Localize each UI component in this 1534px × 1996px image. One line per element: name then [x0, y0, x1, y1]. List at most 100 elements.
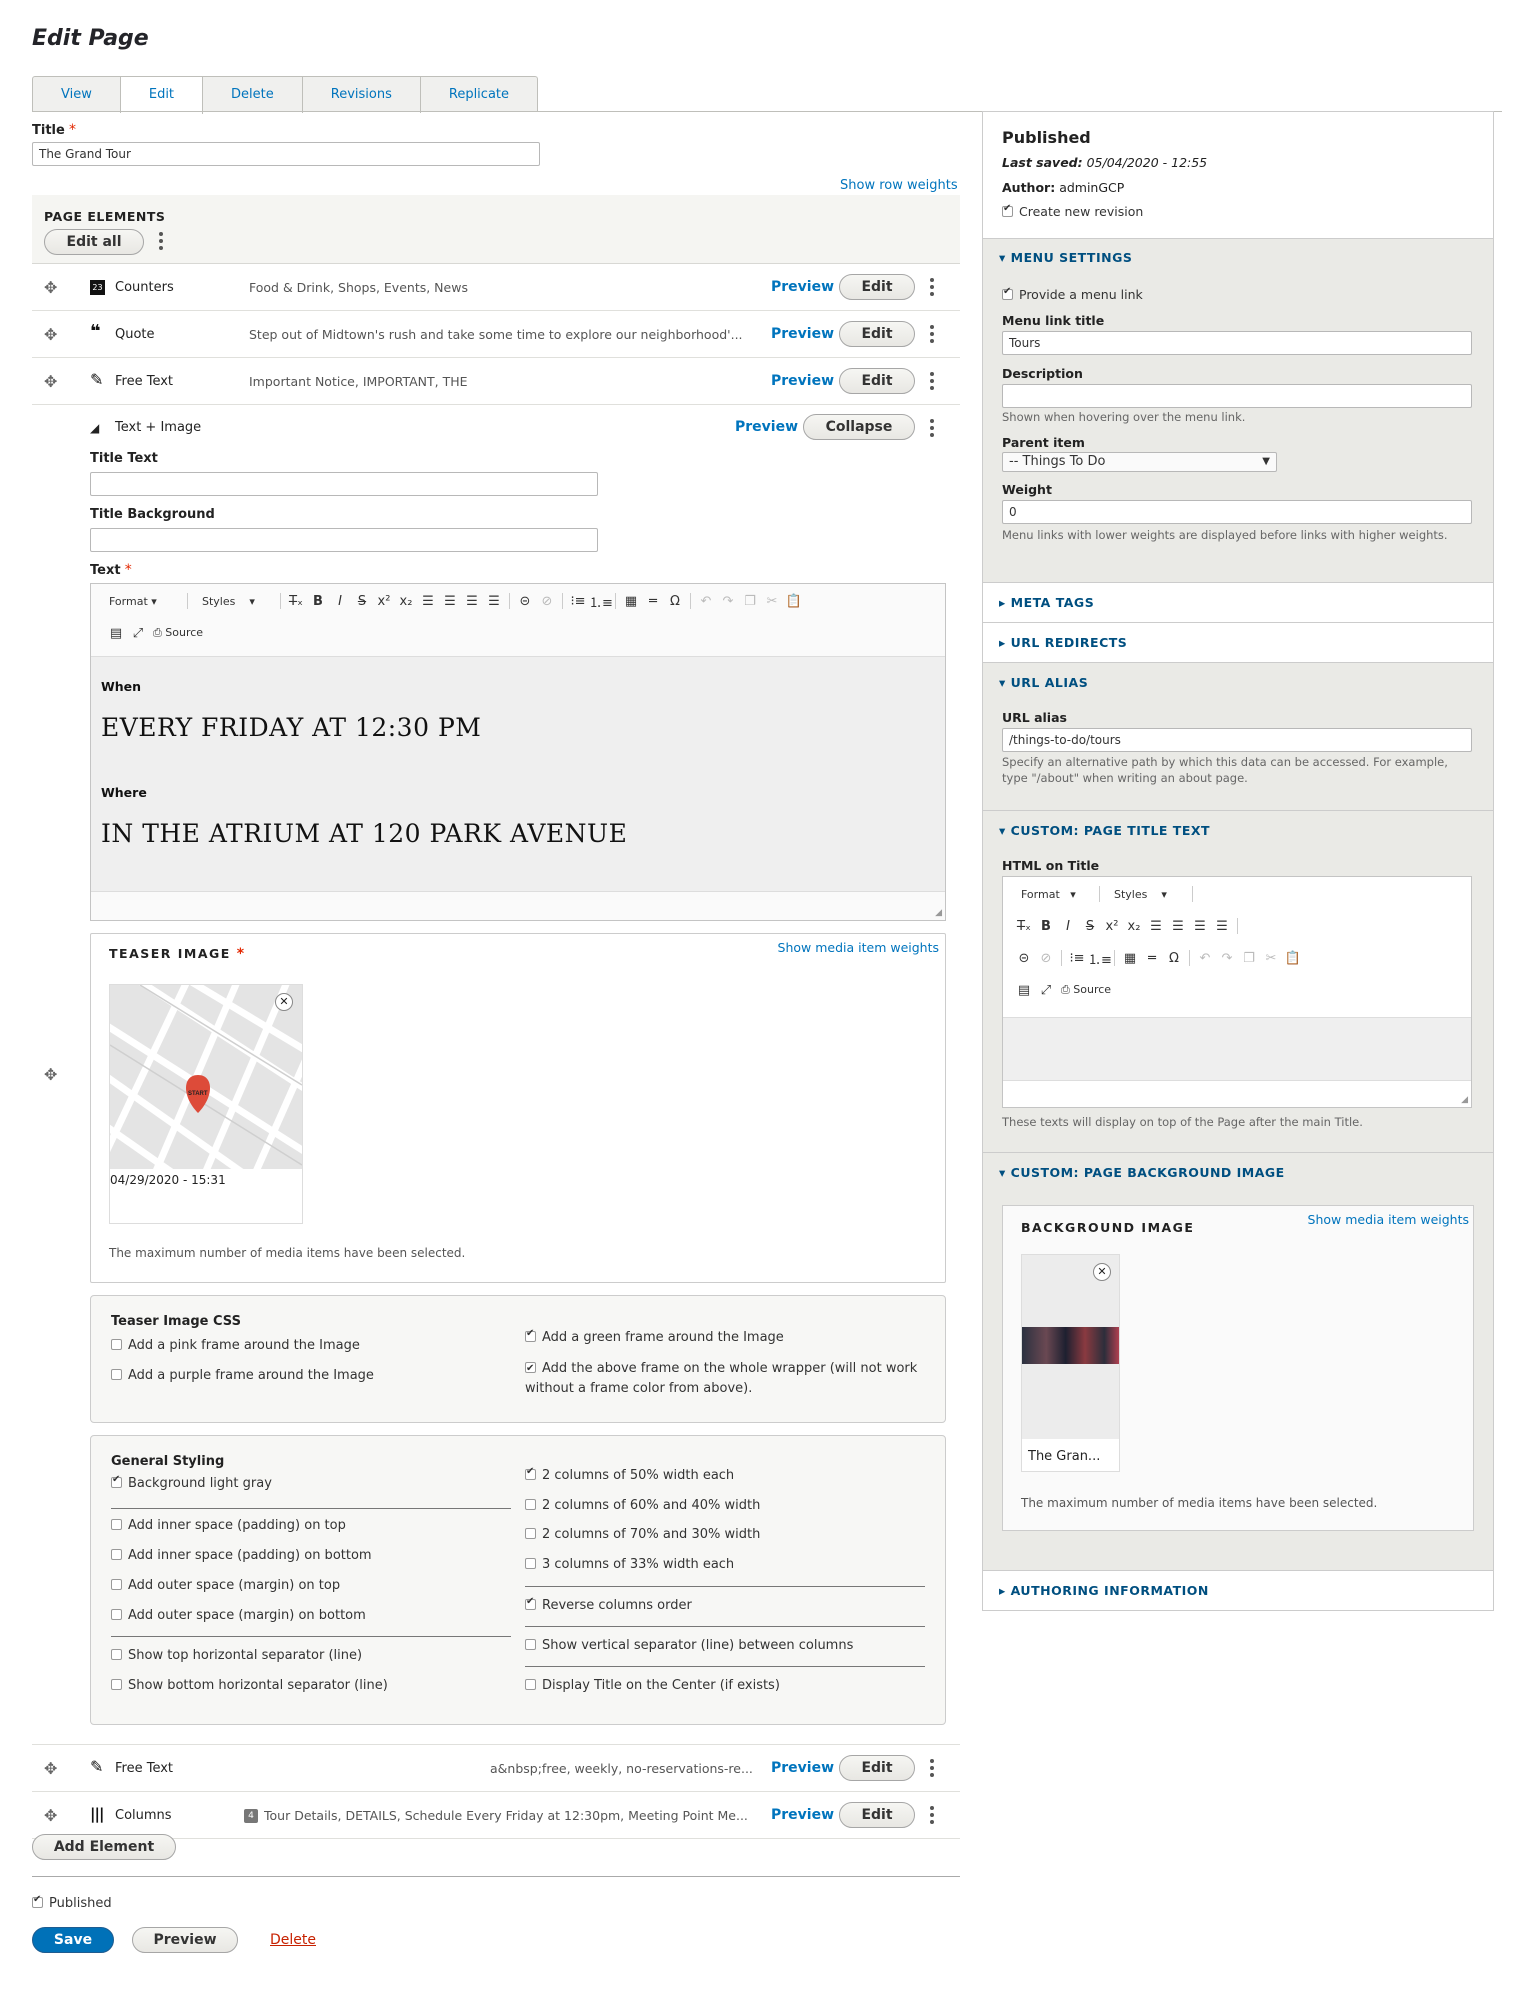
checkbox[interactable]	[32, 1894, 43, 1908]
checkbox-green-frame[interactable]: Add a green frame around the Image	[525, 1328, 784, 1345]
remove-format-icon[interactable]: T̶ₓ	[1013, 919, 1035, 934]
checkbox[interactable]	[111, 1609, 122, 1620]
page-title-text-toggle[interactable]: ▾ CUSTOM: PAGE TITLE TEXT	[999, 823, 1210, 838]
edit-button[interactable]: Edit	[839, 1802, 915, 1828]
checkbox[interactable]	[111, 1339, 122, 1350]
edit-all-button[interactable]: Edit all	[44, 229, 144, 255]
edit-button[interactable]: Edit	[839, 1755, 915, 1781]
editor-content[interactable]	[1003, 1017, 1471, 1081]
bullet-list-icon[interactable]: ⁝≡	[1066, 951, 1088, 966]
checkbox-padding-bottom[interactable]: Add inner space (padding) on bottom	[111, 1548, 372, 1563]
checkbox-2col-60-40[interactable]: 2 columns of 60% and 40% width	[525, 1498, 760, 1513]
checkbox-purple-frame[interactable]: Add a purple frame around the Image	[111, 1368, 374, 1383]
new-revision-checkbox[interactable]: Create new revision	[1002, 203, 1143, 219]
menu-settings-toggle[interactable]: ▾ MENU SETTINGS	[999, 250, 1132, 265]
preview-link[interactable]: Preview	[771, 1807, 834, 1823]
align-left-icon[interactable]: ☰	[417, 594, 439, 609]
checkbox[interactable]	[1002, 286, 1013, 300]
checkbox[interactable]	[111, 1649, 122, 1660]
show-media-weights-link[interactable]: Show media item weights	[778, 940, 939, 955]
preview-link[interactable]: Preview	[771, 1760, 834, 1776]
redo-icon[interactable]: ↷	[1216, 951, 1238, 966]
delete-link[interactable]: Delete	[270, 1932, 316, 1948]
drag-handle-icon[interactable]: ✥	[44, 325, 57, 344]
horizontal-rule-icon[interactable]: ═	[1141, 951, 1163, 966]
tab-replicate[interactable]: Replicate	[421, 77, 537, 113]
checkbox[interactable]	[111, 1369, 122, 1380]
align-left-icon[interactable]: ☰	[1145, 919, 1167, 934]
styles-dropdown[interactable]: Styles ▾	[1104, 888, 1188, 901]
strike-icon[interactable]: S	[1079, 919, 1101, 934]
tab-view[interactable]: View	[33, 77, 121, 113]
source-button[interactable]: ⎙ Source	[1061, 983, 1111, 997]
preview-link[interactable]: Preview	[771, 279, 834, 295]
menu-link-title-input[interactable]: Tours	[1002, 331, 1472, 355]
source-button[interactable]: ⎙ Source	[153, 626, 203, 640]
title-text-input[interactable]	[90, 472, 598, 496]
checkbox[interactable]	[111, 1679, 122, 1690]
add-element-button[interactable]: Add Element	[32, 1834, 176, 1860]
checkbox[interactable]	[111, 1549, 122, 1560]
checkbox[interactable]	[525, 1328, 536, 1342]
special-char-icon[interactable]: Ω	[1163, 951, 1185, 966]
checkbox-bg-light-gray[interactable]: Background light gray	[111, 1474, 272, 1491]
strike-icon[interactable]: S	[351, 594, 373, 609]
edit-button[interactable]: Edit	[839, 368, 915, 394]
bullet-list-icon[interactable]: ⁝≡	[567, 594, 589, 609]
checkbox[interactable]	[111, 1579, 122, 1590]
show-row-weights-link[interactable]: Show row weights	[840, 178, 958, 193]
more-actions-icon[interactable]	[930, 1759, 934, 1780]
drag-handle-icon[interactable]: ✥	[44, 1806, 57, 1825]
align-right-icon[interactable]: ☰	[1189, 919, 1211, 934]
numbered-list-icon[interactable]: ⒈≡	[589, 592, 613, 611]
justify-icon[interactable]: ☰	[1211, 919, 1233, 934]
checkbox[interactable]	[525, 1359, 536, 1379]
preview-link[interactable]: Preview	[735, 419, 798, 435]
show-blocks-icon[interactable]: ▤	[1013, 983, 1035, 998]
checkbox[interactable]	[525, 1499, 536, 1510]
bold-icon[interactable]: B	[1035, 919, 1057, 934]
italic-icon[interactable]: I	[1057, 919, 1079, 934]
link-icon[interactable]: ⊝	[514, 594, 536, 609]
remove-icon[interactable]: ✕	[275, 993, 293, 1011]
tab-revisions[interactable]: Revisions	[303, 77, 421, 113]
description-input[interactable]	[1002, 384, 1472, 408]
maximize-icon[interactable]: ⤢	[1035, 983, 1057, 998]
remove-format-icon[interactable]: T̶ₓ	[285, 594, 307, 609]
weight-input[interactable]: 0	[1002, 500, 1472, 524]
parent-item-select[interactable]: -- Things To Do ▼	[1002, 452, 1277, 472]
tab-delete[interactable]: Delete	[203, 77, 303, 113]
checkbox-2col-70-30[interactable]: 2 columns of 70% and 30% width	[525, 1527, 760, 1542]
checkbox[interactable]	[525, 1528, 536, 1539]
preview-button[interactable]: Preview	[132, 1927, 238, 1953]
paste-icon[interactable]: 📋	[783, 594, 805, 609]
checkbox[interactable]	[525, 1558, 536, 1569]
drag-handle-icon[interactable]: ✥	[44, 278, 57, 297]
undo-icon[interactable]: ↶	[695, 594, 717, 609]
checkbox[interactable]	[525, 1639, 536, 1650]
drag-handle-icon[interactable]: ✥	[44, 1065, 57, 1084]
more-actions-icon[interactable]	[930, 278, 934, 299]
resize-handle-icon[interactable]: ◢	[1461, 1095, 1468, 1105]
subscript-icon[interactable]: x₂	[1123, 919, 1145, 934]
subscript-icon[interactable]: x₂	[395, 594, 417, 609]
copy-icon[interactable]: ❐	[739, 594, 761, 609]
checkbox[interactable]	[111, 1519, 122, 1530]
superscript-icon[interactable]: x²	[1101, 919, 1123, 934]
align-center-icon[interactable]: ☰	[439, 594, 461, 609]
link-icon[interactable]: ⊝	[1013, 951, 1035, 966]
checkbox[interactable]	[111, 1474, 122, 1488]
align-center-icon[interactable]: ☰	[1167, 919, 1189, 934]
preview-link[interactable]: Preview	[771, 373, 834, 389]
numbered-list-icon[interactable]: ⒈≡	[1088, 949, 1112, 968]
provide-menu-link-checkbox[interactable]: Provide a menu link	[1002, 286, 1143, 302]
redo-icon[interactable]: ↷	[717, 594, 739, 609]
show-media-weights-link[interactable]: Show media item weights	[1308, 1212, 1469, 1227]
title-input[interactable]: The Grand Tour	[32, 142, 540, 166]
authoring-toggle[interactable]: ▸ AUTHORING INFORMATION	[999, 1583, 1209, 1598]
superscript-icon[interactable]: x²	[373, 594, 395, 609]
checkbox[interactable]	[525, 1679, 536, 1690]
image-insert-icon[interactable]: ▦	[620, 594, 642, 609]
checkbox-top-separator[interactable]: Show top horizontal separator (line)	[111, 1648, 362, 1663]
cut-icon[interactable]: ✂	[761, 594, 783, 609]
